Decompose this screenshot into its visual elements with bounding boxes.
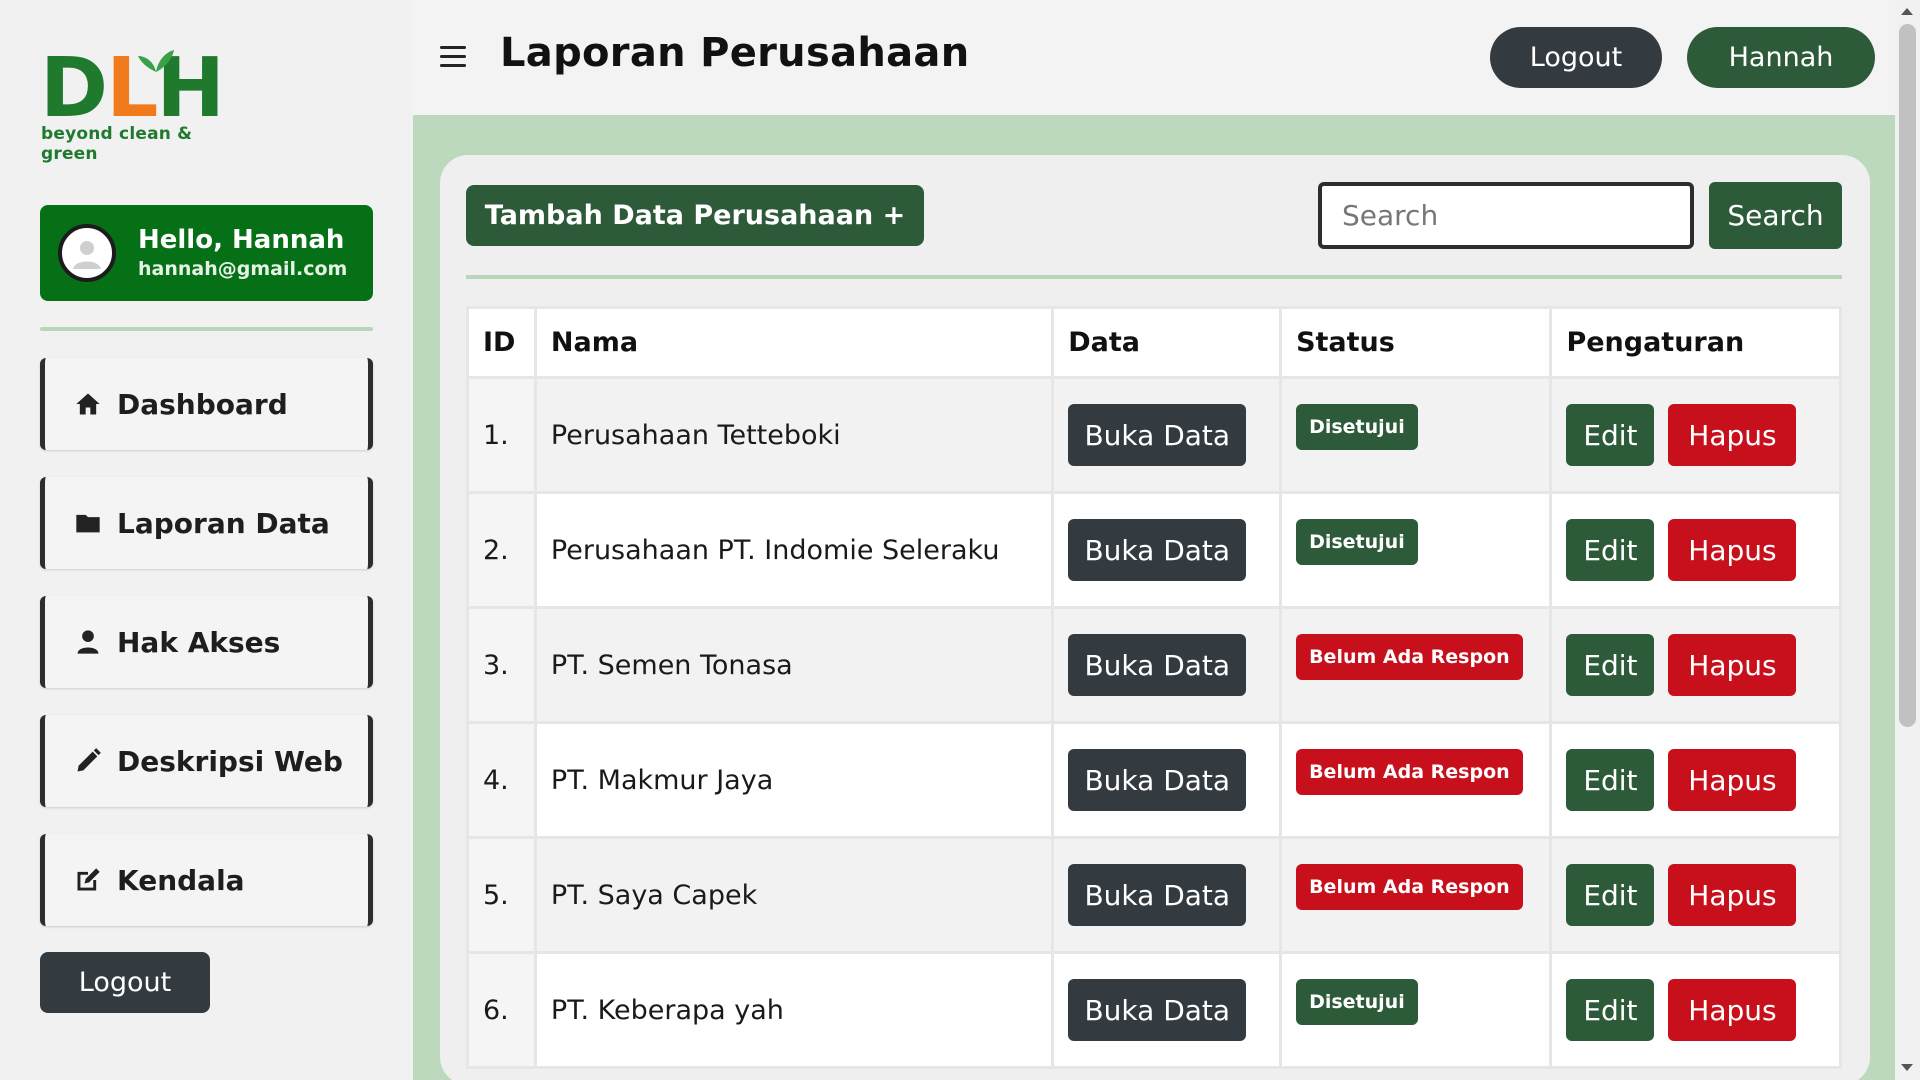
company-table: ID Nama Data Status Pengaturan 1. Perusa…	[466, 306, 1842, 1069]
search-input[interactable]	[1318, 182, 1694, 249]
row-id: 4.	[466, 721, 537, 839]
add-company-button[interactable]: Tambah Data Perusahaan +	[466, 185, 924, 246]
header-logout-button[interactable]: Logout	[1490, 27, 1662, 88]
edit-button[interactable]: Edit	[1566, 404, 1655, 466]
home-icon	[73, 389, 103, 419]
row-id: 1.	[466, 376, 537, 494]
status-badge: Belum Ada Respon	[1296, 634, 1523, 680]
user-icon	[73, 627, 103, 657]
user-email: hannah@gmail.com	[138, 258, 348, 280]
table-row: 6. PT. Keberapa yah Buka Data Disetujui …	[466, 951, 1842, 1069]
status-badge: Disetujui	[1296, 979, 1418, 1025]
pencil-icon	[73, 746, 103, 776]
user-profile-card: Hello, Hannah hannah@gmail.com	[40, 205, 373, 301]
open-data-button[interactable]: Buka Data	[1068, 749, 1247, 811]
open-data-button[interactable]: Buka Data	[1068, 864, 1247, 926]
row-name: Perusahaan PT. Indomie Seleraku	[533, 491, 1055, 609]
page-scrollbar[interactable]	[1895, 0, 1920, 1080]
row-id: 3.	[466, 606, 537, 724]
logo-wordmark: DLH	[40, 41, 225, 136]
row-name: PT. Saya Capek	[533, 836, 1055, 954]
sidebar-item-label: Kendala	[117, 863, 245, 897]
status-badge: Belum Ada Respon	[1296, 749, 1523, 795]
delete-button[interactable]: Hapus	[1668, 634, 1797, 696]
avatar	[58, 224, 116, 282]
hamburger-menu-icon[interactable]	[440, 46, 466, 68]
table-row: 2. Perusahaan PT. Indomie Seleraku Buka …	[466, 491, 1842, 609]
column-header-data: Data	[1051, 306, 1283, 379]
brand-logo[interactable]: DLH beyond clean & green	[40, 41, 250, 165]
edit-button[interactable]: Edit	[1566, 864, 1655, 926]
status-badge: Disetujui	[1296, 519, 1418, 565]
edit-button[interactable]: Edit	[1566, 979, 1655, 1041]
row-id: 6.	[466, 951, 537, 1069]
delete-button[interactable]: Hapus	[1668, 864, 1797, 926]
sidebar-item-dashboard[interactable]: Dashboard	[40, 358, 373, 450]
leaf-icon	[138, 50, 174, 72]
status-badge: Disetujui	[1296, 404, 1418, 450]
delete-button[interactable]: Hapus	[1668, 519, 1797, 581]
column-header-id: ID	[466, 306, 537, 379]
edit-button[interactable]: Edit	[1566, 519, 1655, 581]
sidebar-item-kendala[interactable]: Kendala	[40, 834, 373, 926]
delete-button[interactable]: Hapus	[1668, 404, 1797, 466]
logo-tagline: beyond clean & green	[41, 124, 193, 164]
delete-button[interactable]: Hapus	[1668, 749, 1797, 811]
table-row: 1. Perusahaan Tetteboki Buka Data Disetu…	[466, 376, 1842, 494]
sidebar-item-label: Hak Akses	[117, 625, 281, 659]
sidebar-item-deskripsi-web[interactable]: Deskripsi Web	[40, 715, 373, 807]
sidebar-divider	[40, 327, 373, 331]
open-data-button[interactable]: Buka Data	[1068, 634, 1247, 696]
panel-divider	[466, 275, 1842, 279]
status-badge: Belum Ada Respon	[1296, 864, 1523, 910]
row-name: PT. Semen Tonasa	[533, 606, 1055, 724]
sidebar-item-label: Dashboard	[117, 387, 288, 421]
edit-button[interactable]: Edit	[1566, 634, 1655, 696]
edit-button[interactable]: Edit	[1566, 749, 1655, 811]
sidebar-logout-button[interactable]: Logout	[40, 952, 210, 1013]
column-header-pengaturan: Pengaturan	[1549, 306, 1842, 379]
scrollbar-thumb[interactable]	[1899, 24, 1916, 727]
open-data-button[interactable]: Buka Data	[1068, 404, 1247, 466]
row-name: PT. Makmur Jaya	[533, 721, 1055, 839]
delete-button[interactable]: Hapus	[1668, 979, 1797, 1041]
table-row: 5. PT. Saya Capek Buka Data Belum Ada Re…	[466, 836, 1842, 954]
table-row: 3. PT. Semen Tonasa Buka Data Belum Ada …	[466, 606, 1842, 724]
scroll-up-arrow-icon[interactable]	[1901, 8, 1913, 15]
scroll-down-arrow-icon[interactable]	[1901, 1064, 1913, 1071]
folder-icon	[73, 508, 103, 538]
row-id: 5.	[466, 836, 537, 954]
column-header-nama: Nama	[533, 306, 1055, 379]
edit-square-icon	[73, 865, 103, 895]
sidebar: DLH beyond clean & green Hello, Hannah h…	[0, 0, 413, 1080]
open-data-button[interactable]: Buka Data	[1068, 979, 1247, 1041]
open-data-button[interactable]: Buka Data	[1068, 519, 1247, 581]
user-greeting: Hello, Hannah	[138, 225, 345, 255]
row-name: Perusahaan Tetteboki	[533, 376, 1055, 494]
page-title: Laporan Perusahaan	[500, 30, 970, 76]
sidebar-item-label: Deskripsi Web	[117, 744, 343, 778]
column-header-status: Status	[1279, 306, 1553, 379]
header-user-button[interactable]: Hannah	[1687, 27, 1875, 88]
sidebar-item-hak-akses[interactable]: Hak Akses	[40, 596, 373, 688]
row-id: 2.	[466, 491, 537, 609]
table-row: 4. PT. Makmur Jaya Buka Data Belum Ada R…	[466, 721, 1842, 839]
sidebar-item-label: Laporan Data	[117, 506, 330, 540]
search-button[interactable]: Search	[1709, 182, 1842, 249]
user-avatar-icon	[73, 241, 101, 269]
sidebar-item-laporan-data[interactable]: Laporan Data	[40, 477, 373, 569]
row-name: PT. Keberapa yah	[533, 951, 1055, 1069]
